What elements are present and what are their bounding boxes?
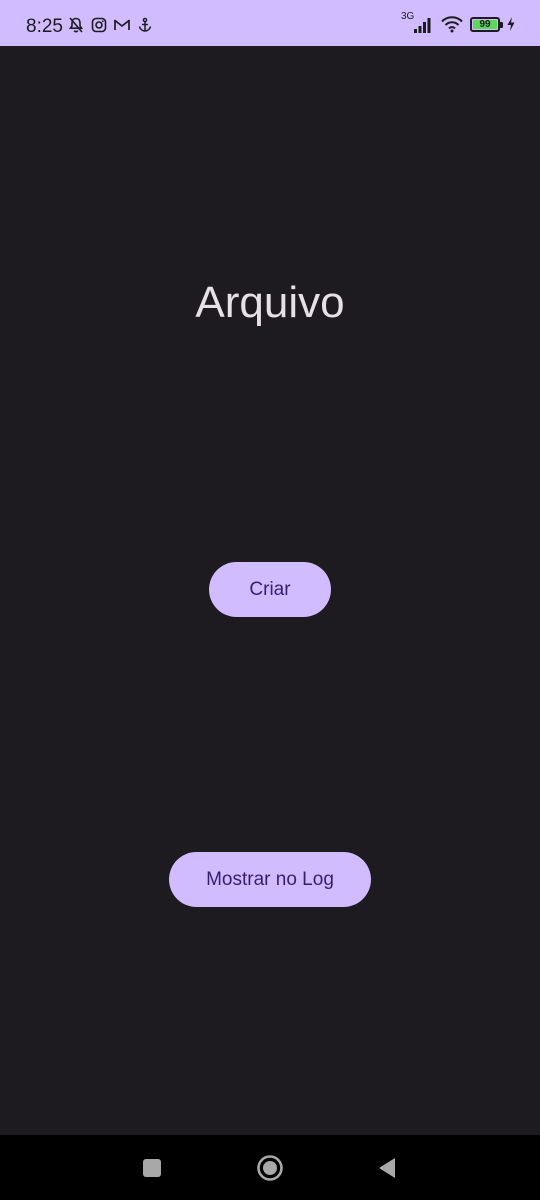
muted-bell-icon xyxy=(67,16,85,34)
show-log-button[interactable]: Mostrar no Log xyxy=(169,852,371,907)
battery-icon: 99 xyxy=(470,16,503,32)
network-type-label: 3G xyxy=(401,11,415,22)
back-button[interactable] xyxy=(372,1153,402,1183)
back-icon xyxy=(376,1156,398,1180)
status-time: 8:25 xyxy=(26,16,63,37)
home-button[interactable] xyxy=(255,1153,285,1183)
notification-icons xyxy=(67,16,153,34)
create-button[interactable]: Criar xyxy=(209,562,331,617)
battery-cap xyxy=(500,21,503,28)
system-status-icons: 3G 99 xyxy=(401,11,516,34)
recent-apps-button[interactable] xyxy=(137,1153,167,1183)
app-screen: 8:25 3G 99 Arquivo Criar Mostrar no Log xyxy=(0,0,540,1200)
anchor-icon xyxy=(137,17,153,33)
charging-icon xyxy=(506,16,516,32)
page-title: Arquivo xyxy=(195,278,345,327)
recent-apps-icon xyxy=(142,1158,162,1178)
gmail-icon xyxy=(113,17,131,33)
navigation-bar xyxy=(0,1135,540,1200)
signal-indicator: 3G xyxy=(401,11,434,34)
home-icon xyxy=(256,1154,284,1182)
battery-level: 99 xyxy=(479,18,491,30)
signal-icon xyxy=(412,14,434,34)
status-bar: 8:25 3G 99 xyxy=(0,0,540,46)
wifi-icon xyxy=(440,15,464,33)
instagram-icon xyxy=(91,17,107,33)
